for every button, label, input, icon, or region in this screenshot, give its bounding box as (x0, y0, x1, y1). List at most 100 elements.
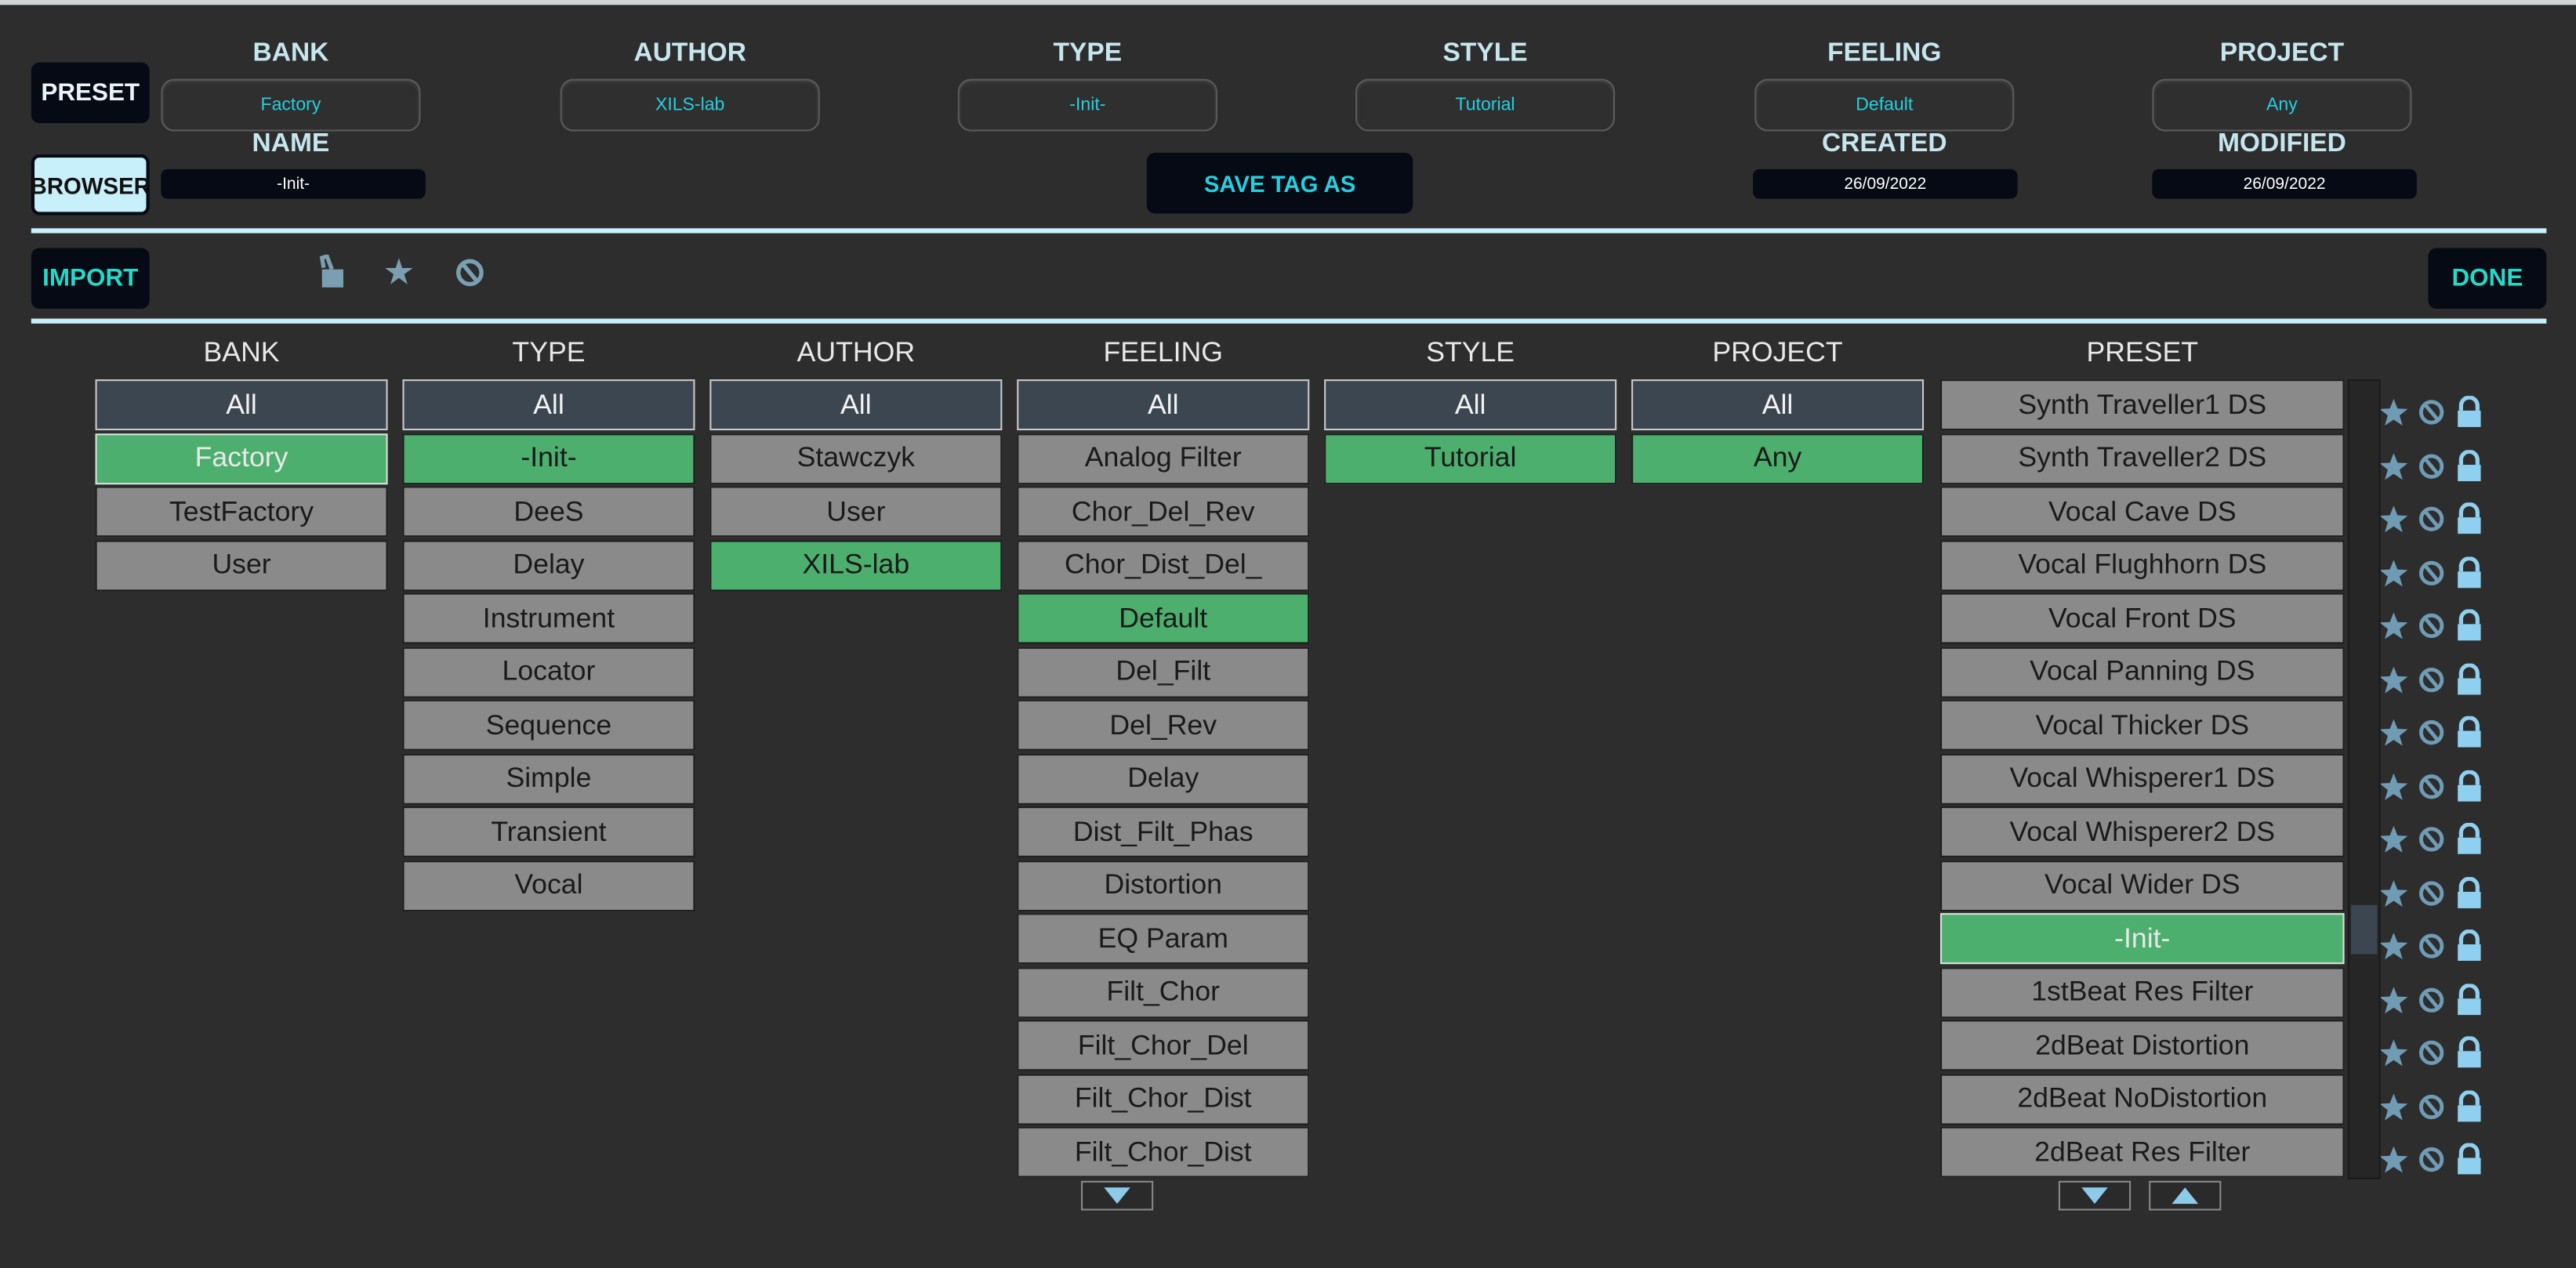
style-list-item[interactable]: Tutorial (1324, 433, 1617, 484)
save-tag-as-button[interactable]: SAVE TAG AS (1146, 152, 1413, 214)
star-icon[interactable] (2377, 1143, 2410, 1176)
done-button[interactable]: DONE (2428, 248, 2547, 309)
type-list-item[interactable]: Delay (402, 539, 695, 591)
star-icon[interactable] (2377, 663, 2410, 696)
project-list-item[interactable]: All (1631, 379, 1925, 431)
type-list-item[interactable]: Vocal (402, 860, 695, 911)
preset-list-item[interactable]: Vocal Whisperer2 DS (1940, 806, 2345, 857)
star-icon[interactable] (2377, 770, 2410, 802)
feeling-list-item[interactable]: Default (1017, 592, 1310, 644)
author-list-item[interactable]: XILS-lab (709, 539, 1003, 591)
bank-list-item[interactable]: TestFactory (95, 486, 388, 538)
ban-icon[interactable] (2415, 556, 2448, 589)
ban-icon[interactable] (2415, 770, 2448, 802)
ban-icon[interactable] (2415, 1089, 2448, 1122)
style-list-item[interactable]: All (1324, 379, 1617, 431)
lock-icon[interactable] (2453, 1089, 2486, 1122)
author-list-item[interactable]: User (709, 486, 1003, 538)
preset-list-item[interactable]: Vocal Cave DS (1940, 486, 2345, 538)
ban-icon[interactable] (2415, 396, 2448, 429)
name-field[interactable]: -Init- (161, 168, 426, 199)
feeling-list-item[interactable]: Del_Filt (1017, 646, 1310, 697)
ban-icon[interactable] (453, 256, 486, 297)
feeling-list-item[interactable]: Distortion (1017, 860, 1310, 911)
star-icon[interactable] (2377, 502, 2410, 535)
feeling-list-item[interactable]: Delay (1017, 752, 1310, 804)
feeling-list-item[interactable]: Dist_Filt_Phas (1017, 806, 1310, 857)
feeling-list-item[interactable]: Filt_Chor_Dist (1017, 1073, 1310, 1125)
lock-icon[interactable] (2453, 449, 2486, 482)
ban-icon[interactable] (2415, 929, 2448, 962)
lock-icon[interactable] (2453, 1036, 2486, 1069)
preset-list-item[interactable]: Vocal Whisperer1 DS (1940, 752, 2345, 804)
feeling-list-item[interactable]: Del_Rev (1017, 699, 1310, 751)
preset-list-item[interactable]: 2dBeat NoDistortion (1940, 1073, 2345, 1125)
header-style-dropdown[interactable]: Tutorial (1355, 78, 1616, 132)
preset-scroll-up-button[interactable] (2149, 1180, 2222, 1211)
bank-list-item[interactable]: Factory (95, 433, 388, 484)
ban-icon[interactable] (2415, 502, 2448, 535)
feeling-list-item[interactable]: Filt_Chor_Del (1017, 1020, 1310, 1071)
preset-list-item[interactable]: Vocal Wider DS (1940, 860, 2345, 911)
preset-list-item[interactable]: Synth Traveller1 DS (1940, 379, 2345, 431)
author-list-item[interactable]: Stawczyk (709, 433, 1003, 484)
ban-icon[interactable] (2415, 449, 2448, 482)
star-icon[interactable] (2377, 449, 2410, 482)
preset-list-item[interactable]: Vocal Thicker DS (1940, 699, 2345, 751)
lock-icon[interactable] (2453, 769, 2486, 802)
feeling-list-item[interactable]: Chor_Del_Rev (1017, 486, 1310, 538)
star-icon[interactable] (2377, 823, 2410, 856)
import-button[interactable]: IMPORT (31, 248, 150, 309)
project-list-item[interactable]: Any (1631, 433, 1925, 484)
header-feeling-dropdown[interactable]: Default (1754, 78, 2015, 132)
preset-scrollbar[interactable] (2347, 379, 2381, 1179)
ban-icon[interactable] (2415, 716, 2448, 749)
feeling-scroll-down-button[interactable] (1080, 1180, 1154, 1211)
feeling-list-item[interactable]: Filt_Chor_Dist (1017, 1126, 1310, 1178)
ban-icon[interactable] (2415, 823, 2448, 856)
header-bank-dropdown[interactable]: Factory (161, 78, 421, 132)
preset-list-item[interactable]: Vocal Front DS (1940, 592, 2345, 644)
unlock-icon[interactable] (317, 253, 350, 299)
type-list-item[interactable]: -Init- (402, 433, 695, 484)
type-list-item[interactable]: Simple (402, 752, 695, 804)
type-list-item[interactable]: Instrument (402, 592, 695, 644)
feeling-list-item[interactable]: All (1017, 379, 1310, 431)
ban-icon[interactable] (2415, 663, 2448, 696)
star-icon[interactable] (2377, 396, 2410, 429)
star-icon[interactable] (2377, 610, 2410, 643)
star-icon[interactable]: ★ (383, 252, 415, 294)
browser-tab-button[interactable]: BROWSER (31, 154, 151, 216)
preset-list-item[interactable]: 1stBeat Res Filter (1940, 966, 2345, 1018)
preset-tab-button[interactable]: PRESET (31, 62, 150, 124)
lock-icon[interactable] (2453, 822, 2486, 856)
scrollbar-thumb[interactable] (2350, 904, 2378, 954)
feeling-list-item[interactable]: Analog Filter (1017, 433, 1310, 484)
type-list-item[interactable]: Sequence (402, 699, 695, 751)
lock-icon[interactable] (2453, 876, 2486, 909)
ban-icon[interactable] (2415, 983, 2448, 1016)
preset-list-item[interactable]: Vocal Panning DS (1940, 646, 2345, 697)
preset-list-item[interactable]: Synth Traveller2 DS (1940, 433, 2345, 484)
ban-icon[interactable] (2415, 1036, 2448, 1069)
lock-icon[interactable] (2453, 556, 2486, 589)
preset-list-item[interactable]: 2dBeat Distortion (1940, 1020, 2345, 1071)
lock-icon[interactable] (2453, 983, 2486, 1016)
type-list-item[interactable]: DeeS (402, 486, 695, 538)
feeling-list-item[interactable]: Chor_Dist_Del_ (1017, 539, 1310, 591)
star-icon[interactable] (2377, 876, 2410, 909)
type-list-item[interactable]: All (402, 379, 695, 431)
star-icon[interactable] (2377, 983, 2410, 1016)
ban-icon[interactable] (2415, 610, 2448, 643)
lock-icon[interactable] (2453, 662, 2486, 696)
lock-icon[interactable] (2453, 929, 2486, 962)
bank-list-item[interactable]: User (95, 539, 388, 591)
header-type-dropdown[interactable]: -Init- (957, 78, 1217, 132)
preset-scroll-down-button[interactable] (2058, 1180, 2132, 1211)
lock-icon[interactable] (2453, 609, 2486, 643)
lock-icon[interactable] (2453, 1143, 2486, 1176)
preset-list-item[interactable]: -Init- (1940, 913, 2345, 965)
preset-list-item[interactable]: 2dBeat Res Filter (1940, 1126, 2345, 1178)
lock-icon[interactable] (2453, 716, 2486, 749)
star-icon[interactable] (2377, 716, 2410, 749)
